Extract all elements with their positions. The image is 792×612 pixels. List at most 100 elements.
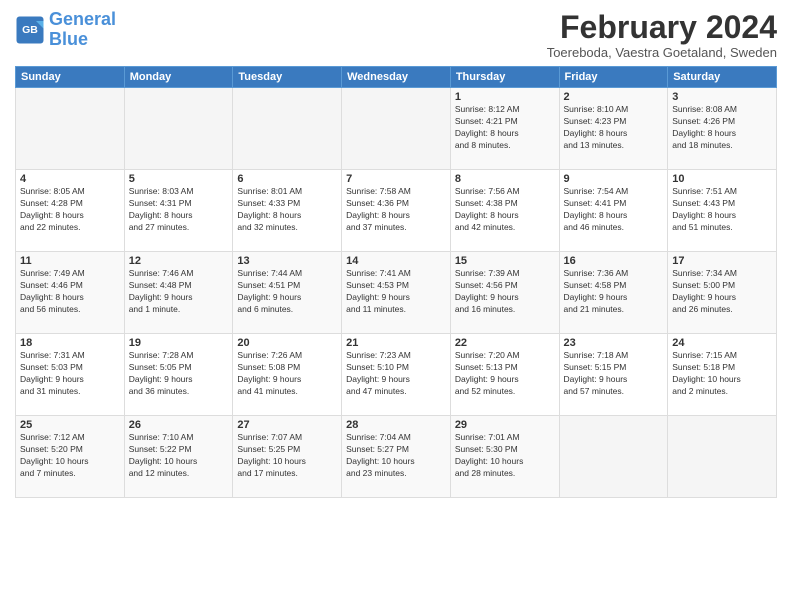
day-info: Sunrise: 7:41 AMSunset: 4:53 PMDaylight:…	[346, 268, 446, 316]
calendar-cell: 25Sunrise: 7:12 AMSunset: 5:20 PMDayligh…	[16, 416, 125, 498]
day-number: 19	[129, 337, 229, 349]
day-info: Sunrise: 8:10 AMSunset: 4:23 PMDaylight:…	[564, 104, 664, 152]
month-title: February 2024	[547, 10, 777, 45]
day-info: Sunrise: 7:18 AMSunset: 5:15 PMDaylight:…	[564, 350, 664, 398]
calendar-cell: 26Sunrise: 7:10 AMSunset: 5:22 PMDayligh…	[124, 416, 233, 498]
header-row: Sunday Monday Tuesday Wednesday Thursday…	[16, 67, 777, 88]
day-info: Sunrise: 8:08 AMSunset: 4:26 PMDaylight:…	[672, 104, 772, 152]
calendar-week-2: 4Sunrise: 8:05 AMSunset: 4:28 PMDaylight…	[16, 170, 777, 252]
day-number: 22	[455, 337, 555, 349]
calendar-cell: 11Sunrise: 7:49 AMSunset: 4:46 PMDayligh…	[16, 252, 125, 334]
day-number: 20	[237, 337, 337, 349]
calendar-cell: 23Sunrise: 7:18 AMSunset: 5:15 PMDayligh…	[559, 334, 668, 416]
calendar-week-5: 25Sunrise: 7:12 AMSunset: 5:20 PMDayligh…	[16, 416, 777, 498]
logo: GB General Blue	[15, 10, 116, 50]
day-info: Sunrise: 7:46 AMSunset: 4:48 PMDaylight:…	[129, 268, 229, 316]
calendar-cell: 7Sunrise: 7:58 AMSunset: 4:36 PMDaylight…	[342, 170, 451, 252]
col-sunday: Sunday	[16, 67, 125, 88]
day-number: 5	[129, 173, 229, 185]
calendar-cell: 14Sunrise: 7:41 AMSunset: 4:53 PMDayligh…	[342, 252, 451, 334]
col-wednesday: Wednesday	[342, 67, 451, 88]
day-info: Sunrise: 7:56 AMSunset: 4:38 PMDaylight:…	[455, 186, 555, 234]
day-info: Sunrise: 7:01 AMSunset: 5:30 PMDaylight:…	[455, 432, 555, 480]
calendar-cell: 27Sunrise: 7:07 AMSunset: 5:25 PMDayligh…	[233, 416, 342, 498]
calendar-week-3: 11Sunrise: 7:49 AMSunset: 4:46 PMDayligh…	[16, 252, 777, 334]
calendar-cell: 22Sunrise: 7:20 AMSunset: 5:13 PMDayligh…	[450, 334, 559, 416]
col-saturday: Saturday	[668, 67, 777, 88]
day-number: 15	[455, 255, 555, 267]
calendar-cell: 4Sunrise: 8:05 AMSunset: 4:28 PMDaylight…	[16, 170, 125, 252]
day-info: Sunrise: 8:12 AMSunset: 4:21 PMDaylight:…	[455, 104, 555, 152]
day-number: 26	[129, 419, 229, 431]
day-number: 23	[564, 337, 664, 349]
day-number: 11	[20, 255, 120, 267]
day-number: 2	[564, 91, 664, 103]
calendar-cell	[559, 416, 668, 498]
day-number: 24	[672, 337, 772, 349]
location-subtitle: Toereboda, Vaestra Goetaland, Sweden	[547, 45, 777, 60]
calendar-week-4: 18Sunrise: 7:31 AMSunset: 5:03 PMDayligh…	[16, 334, 777, 416]
col-thursday: Thursday	[450, 67, 559, 88]
day-info: Sunrise: 7:31 AMSunset: 5:03 PMDaylight:…	[20, 350, 120, 398]
day-info: Sunrise: 7:04 AMSunset: 5:27 PMDaylight:…	[346, 432, 446, 480]
logo-line2: Blue	[49, 29, 88, 49]
calendar-cell: 10Sunrise: 7:51 AMSunset: 4:43 PMDayligh…	[668, 170, 777, 252]
calendar-cell	[668, 416, 777, 498]
day-info: Sunrise: 7:49 AMSunset: 4:46 PMDaylight:…	[20, 268, 120, 316]
calendar-cell: 21Sunrise: 7:23 AMSunset: 5:10 PMDayligh…	[342, 334, 451, 416]
day-info: Sunrise: 7:44 AMSunset: 4:51 PMDaylight:…	[237, 268, 337, 316]
day-info: Sunrise: 7:23 AMSunset: 5:10 PMDaylight:…	[346, 350, 446, 398]
day-info: Sunrise: 8:05 AMSunset: 4:28 PMDaylight:…	[20, 186, 120, 234]
calendar-table: Sunday Monday Tuesday Wednesday Thursday…	[15, 66, 777, 498]
calendar-cell: 3Sunrise: 8:08 AMSunset: 4:26 PMDaylight…	[668, 88, 777, 170]
day-info: Sunrise: 7:39 AMSunset: 4:56 PMDaylight:…	[455, 268, 555, 316]
day-info: Sunrise: 7:07 AMSunset: 5:25 PMDaylight:…	[237, 432, 337, 480]
day-info: Sunrise: 7:51 AMSunset: 4:43 PMDaylight:…	[672, 186, 772, 234]
calendar-cell: 12Sunrise: 7:46 AMSunset: 4:48 PMDayligh…	[124, 252, 233, 334]
day-info: Sunrise: 7:28 AMSunset: 5:05 PMDaylight:…	[129, 350, 229, 398]
header: GB General Blue February 2024 Toereboda,…	[15, 10, 777, 60]
calendar-cell: 16Sunrise: 7:36 AMSunset: 4:58 PMDayligh…	[559, 252, 668, 334]
day-number: 16	[564, 255, 664, 267]
day-info: Sunrise: 7:26 AMSunset: 5:08 PMDaylight:…	[237, 350, 337, 398]
day-number: 27	[237, 419, 337, 431]
day-info: Sunrise: 7:15 AMSunset: 5:18 PMDaylight:…	[672, 350, 772, 398]
calendar-cell	[124, 88, 233, 170]
day-info: Sunrise: 7:36 AMSunset: 4:58 PMDaylight:…	[564, 268, 664, 316]
calendar-cell: 13Sunrise: 7:44 AMSunset: 4:51 PMDayligh…	[233, 252, 342, 334]
calendar-week-1: 1Sunrise: 8:12 AMSunset: 4:21 PMDaylight…	[16, 88, 777, 170]
calendar-cell	[342, 88, 451, 170]
day-number: 21	[346, 337, 446, 349]
calendar-cell: 9Sunrise: 7:54 AMSunset: 4:41 PMDaylight…	[559, 170, 668, 252]
day-number: 14	[346, 255, 446, 267]
day-number: 9	[564, 173, 664, 185]
day-number: 10	[672, 173, 772, 185]
calendar-cell: 6Sunrise: 8:01 AMSunset: 4:33 PMDaylight…	[233, 170, 342, 252]
day-info: Sunrise: 8:03 AMSunset: 4:31 PMDaylight:…	[129, 186, 229, 234]
svg-text:GB: GB	[22, 24, 38, 36]
day-number: 12	[129, 255, 229, 267]
day-info: Sunrise: 7:20 AMSunset: 5:13 PMDaylight:…	[455, 350, 555, 398]
calendar-cell: 18Sunrise: 7:31 AMSunset: 5:03 PMDayligh…	[16, 334, 125, 416]
col-monday: Monday	[124, 67, 233, 88]
day-number: 3	[672, 91, 772, 103]
logo-line1: General	[49, 9, 116, 29]
col-tuesday: Tuesday	[233, 67, 342, 88]
logo-icon: GB	[15, 15, 45, 45]
calendar-cell	[233, 88, 342, 170]
logo-text: General Blue	[49, 10, 116, 50]
calendar-cell: 17Sunrise: 7:34 AMSunset: 5:00 PMDayligh…	[668, 252, 777, 334]
calendar-cell: 24Sunrise: 7:15 AMSunset: 5:18 PMDayligh…	[668, 334, 777, 416]
calendar-cell: 2Sunrise: 8:10 AMSunset: 4:23 PMDaylight…	[559, 88, 668, 170]
calendar-cell: 20Sunrise: 7:26 AMSunset: 5:08 PMDayligh…	[233, 334, 342, 416]
day-number: 1	[455, 91, 555, 103]
calendar-cell	[16, 88, 125, 170]
calendar-cell: 19Sunrise: 7:28 AMSunset: 5:05 PMDayligh…	[124, 334, 233, 416]
day-number: 28	[346, 419, 446, 431]
day-number: 13	[237, 255, 337, 267]
calendar-cell: 15Sunrise: 7:39 AMSunset: 4:56 PMDayligh…	[450, 252, 559, 334]
day-info: Sunrise: 7:54 AMSunset: 4:41 PMDaylight:…	[564, 186, 664, 234]
title-block: February 2024 Toereboda, Vaestra Goetala…	[547, 10, 777, 60]
day-number: 25	[20, 419, 120, 431]
calendar-page: GB General Blue February 2024 Toereboda,…	[0, 0, 792, 612]
